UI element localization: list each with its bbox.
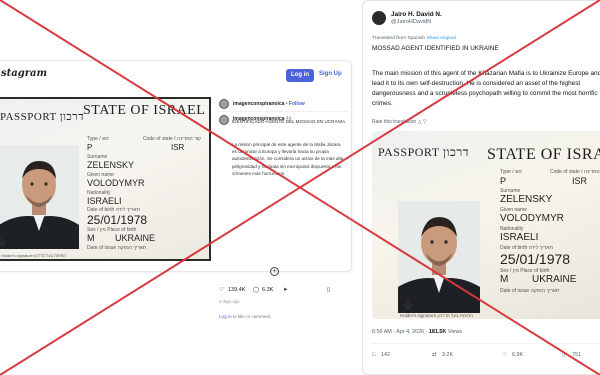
repost-icon[interactable]: ⇄ xyxy=(432,352,437,358)
passport-image: PASSPORT דרכון STATE OF ISRAEL Type / סו… xyxy=(0,97,211,261)
caption-body: La misión principal de este agente de la… xyxy=(232,142,344,176)
holder-signature-label: Holder's signature חתימת בעל הדרכון xyxy=(1,253,67,258)
caption-title: IDENTIFICADO AGENTE DEL MOSSAD EN UCRANI… xyxy=(232,119,346,124)
login-prompt-text: to like or comment. xyxy=(232,314,272,319)
thumbs-down-icon[interactable]: ▽ xyxy=(423,119,427,125)
passport-page: PASSPORT דרכון STATE OF ISRAEL Type / xyxy=(372,131,600,319)
instagram-logo: stagram xyxy=(1,68,48,79)
type-value: P xyxy=(87,143,93,152)
pob-value: UKRAINE xyxy=(532,274,577,285)
code-label: Code of state / קוד המדינה xyxy=(550,169,600,175)
share-icon[interactable]: ➤ xyxy=(283,287,288,293)
like-count: 6.9K xyxy=(512,352,524,358)
passport-image[interactable]: PASSPORT דרכון STATE OF ISRAEL Type / xyxy=(372,131,600,319)
tweet-actions: □ 142 ⇄ 3.2K ♡ 6.9K ▯ 751 xyxy=(372,352,600,362)
action-bar: ♡ 139.4K ◯ 6.3K ➤ ▯ xyxy=(219,287,347,299)
like-count: 139.4K xyxy=(228,287,246,293)
like-icon[interactable]: ♡ xyxy=(502,352,507,358)
given-name-value: VOLODYMYR xyxy=(87,178,145,188)
translation-notice: Translated from Spanish Show original xyxy=(372,36,456,41)
account-name[interactable]: imagenconspiranoica xyxy=(233,101,284,107)
tweet-time[interactable]: 6:56 AM · Apr 4, 2026 · xyxy=(372,329,427,335)
post-date: 4 days ago xyxy=(219,299,240,304)
passport-title: PASSPORT דרכון xyxy=(0,111,84,123)
plus-icon[interactable]: + xyxy=(270,267,279,276)
comment-count: 6.3K xyxy=(262,287,274,293)
passport-state: STATE OF ISRAEL xyxy=(487,146,600,163)
bookmark-icon[interactable]: ▯ xyxy=(562,352,565,358)
translated-label: Translated from Spanish xyxy=(372,36,426,41)
dob-value: 25/01/1978 xyxy=(500,251,571,267)
tweet-body: The main mission of this agent of the Kh… xyxy=(372,70,600,107)
pob-value: UKRAINE xyxy=(115,233,156,243)
type-label: Type / סוג xyxy=(500,169,522,175)
code-label: Code of state / קוד המדינה xyxy=(143,136,202,142)
type-label: Type / סוג xyxy=(87,136,109,142)
holder-signature-label: Holder's signature חתימת בעל הדרכון xyxy=(400,313,474,318)
sex-value: M xyxy=(87,233,95,243)
passport-state: STATE OF ISRAEL xyxy=(83,103,206,118)
passport-portrait xyxy=(0,145,79,249)
type-value: P xyxy=(500,176,507,186)
thumbs-up-icon[interactable]: △ xyxy=(418,119,422,125)
rate-translation: Rate this translation △ ▽ xyxy=(372,119,427,125)
bookmark-icon[interactable]: ▯ xyxy=(327,287,330,293)
passport-portrait xyxy=(398,201,480,313)
tweet-card: Jairo H. David N. @JairoHDavidN Translat… xyxy=(362,0,600,375)
nationality-value: ISRAELI xyxy=(500,232,539,243)
follow-button[interactable]: • Follow xyxy=(286,101,305,107)
code-value: ISR xyxy=(171,143,185,152)
view-count: 181.5K xyxy=(428,329,447,335)
instagram-post-card: stagram Log in Sign Up PASSPORT דרכון ST… xyxy=(0,60,352,319)
login-prompt: Log in to like or comment. xyxy=(219,314,272,319)
surname-value: ZELENSKY xyxy=(87,160,135,170)
divider xyxy=(217,111,349,112)
nationality-value: ISRAELI xyxy=(87,196,122,206)
heart-icon[interactable]: ♡ xyxy=(219,287,224,293)
reply-icon[interactable]: □ xyxy=(372,352,375,358)
code-value: ISR xyxy=(572,176,588,186)
reply-count: 142 xyxy=(381,352,390,358)
bookmark-count: 751 xyxy=(572,352,581,358)
avatar[interactable] xyxy=(372,11,386,25)
issue-label: Date of issue תאריך הנפקה xyxy=(87,245,147,251)
views-label: Views xyxy=(447,329,463,335)
passport-page: PASSPORT דרכון STATE OF ISRAEL Type / xyxy=(0,99,209,259)
login-button[interactable]: Log in xyxy=(286,69,314,82)
author-handle[interactable]: @JairoHDavidN xyxy=(391,19,431,25)
avatar[interactable] xyxy=(219,99,229,109)
passport-title: PASSPORT דרכון xyxy=(378,145,469,159)
author-name[interactable]: Jairo H. David N. xyxy=(391,11,442,18)
dob-value: 25/01/1978 xyxy=(87,213,148,227)
repost-count: 3.2K xyxy=(442,352,454,358)
issue-label: Date of issue תאריך הנפקה xyxy=(500,288,560,294)
avatar[interactable] xyxy=(219,115,229,125)
tweet-meta: 6:56 AM · Apr 4, 2026 · 181.5K Views xyxy=(372,329,462,335)
signup-link[interactable]: Sign Up xyxy=(319,71,342,77)
sex-value: M xyxy=(500,274,509,285)
show-original-link[interactable]: Show original xyxy=(426,36,455,41)
surname-value: ZELENSKY xyxy=(500,194,553,205)
given-name-value: VOLODYMYR xyxy=(500,213,564,224)
instagram-sidebar: imagenconspiranoica • Follow imagenconsp… xyxy=(217,97,349,276)
tweet-headline: MOSSAD AGENT IDENTIFIED IN UKRAINE xyxy=(372,45,499,52)
login-prompt-link[interactable]: Log in xyxy=(219,314,232,319)
account-header: imagenconspiranoica • Follow xyxy=(233,101,305,107)
rate-translation-label: Rate this translation xyxy=(372,119,417,125)
divider xyxy=(372,343,600,344)
comment-icon[interactable]: ◯ xyxy=(253,287,259,293)
